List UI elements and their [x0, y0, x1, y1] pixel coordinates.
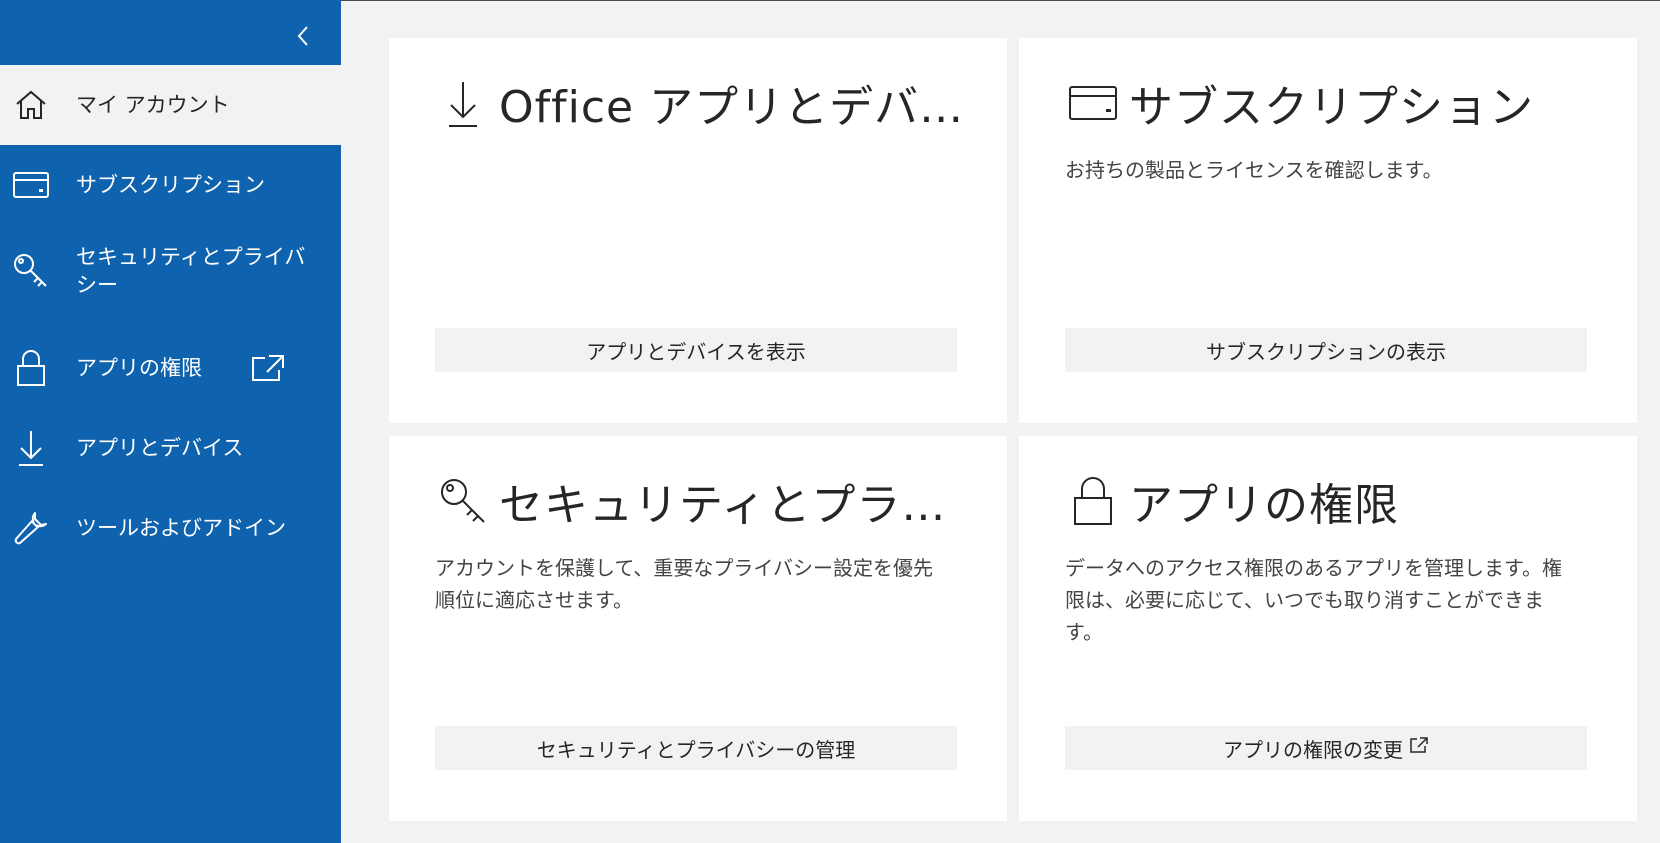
sidebar-item-label: サブスクリプション — [76, 173, 265, 197]
sidebar-item-subscriptions[interactable]: サブスクリプション — [0, 145, 341, 225]
sidebar-item-app-permissions[interactable]: アプリの権限 — [0, 328, 341, 408]
sidebar: マイ アカウント サブスクリプション セキュリティとプライバシー アプリの権限 … — [0, 0, 341, 843]
sidebar-item-apps-devices[interactable]: アプリとデバイス — [0, 408, 341, 488]
card-title: Office アプリとデバイス — [499, 82, 969, 133]
button-label: アプリの権限の変更 — [1223, 737, 1403, 762]
app-root: マイ アカウント サブスクリプション セキュリティとプライバシー アプリの権限 … — [0, 0, 1660, 843]
external-link-icon — [248, 348, 288, 388]
sidebar-item-label: マイ アカウント — [76, 93, 230, 117]
card-header: Office アプリとデバイス — [435, 68, 969, 138]
view-apps-devices-button[interactable]: アプリとデバイスを表示 — [435, 328, 957, 372]
card-title: サブスクリプション — [1129, 82, 1534, 133]
card-icon — [11, 165, 51, 205]
change-app-permissions-button[interactable]: アプリの権限の変更 — [1065, 726, 1587, 770]
card-header: アプリの権限 — [1065, 466, 1399, 536]
home-icon — [11, 85, 51, 125]
key-icon — [11, 251, 51, 291]
card-description: お持ちの製品とライセンスを確認します。 — [1065, 158, 1443, 182]
key-icon — [435, 473, 491, 529]
subscriptions-card: サブスクリプション お持ちの製品とライセンスを確認します。 サブスクリプションの… — [1019, 38, 1637, 423]
card-header: セキュリティとプライ... — [435, 466, 969, 536]
sidebar-item-tools-addins[interactable]: ツールおよびアドイン — [0, 488, 341, 568]
security-privacy-card: セキュリティとプライ... アカウントを保護して、重要なプライバシー設定を優先順… — [389, 436, 1007, 821]
external-link-icon — [1410, 737, 1428, 753]
download-icon — [11, 428, 51, 468]
sidebar-item-security[interactable]: セキュリティとプライバシー — [0, 226, 341, 316]
card-title: アプリの権限 — [1129, 480, 1399, 531]
card-icon — [1065, 75, 1121, 131]
lock-icon — [11, 348, 51, 388]
apps-devices-card: Office アプリとデバイス アプリとデバイスを表示 — [389, 38, 1007, 423]
card-header: サブスクリプション — [1065, 68, 1534, 138]
manage-security-privacy-button[interactable]: セキュリティとプライバシーの管理 — [435, 726, 957, 770]
download-icon — [435, 75, 491, 131]
sidebar-item-label: アプリとデバイス — [76, 436, 244, 460]
lock-icon — [1065, 473, 1121, 529]
sidebar-item-label: ツールおよびアドイン — [76, 516, 286, 540]
chevron-left-icon — [297, 26, 308, 46]
card-description: アカウントを保護して、重要なプライバシー設定を優先順位に適応させます。 — [435, 556, 933, 612]
sidebar-item-label: セキュリティとプライバシー — [76, 245, 306, 297]
app-permissions-card: アプリの権限 データへのアクセス権限のあるアプリを管理します。権限は、必要に応じ… — [1019, 436, 1637, 821]
sidebar-item-my-account[interactable]: マイ アカウント — [0, 65, 341, 145]
wrench-icon — [11, 508, 51, 548]
card-title: セキュリティとプライ... — [499, 480, 969, 531]
view-subscriptions-button[interactable]: サブスクリプションの表示 — [1065, 328, 1587, 372]
collapse-sidebar-button[interactable] — [285, 18, 321, 54]
card-description: データへのアクセス権限のあるアプリを管理します。権限は、必要に応じて、いつでも取… — [1065, 556, 1562, 644]
